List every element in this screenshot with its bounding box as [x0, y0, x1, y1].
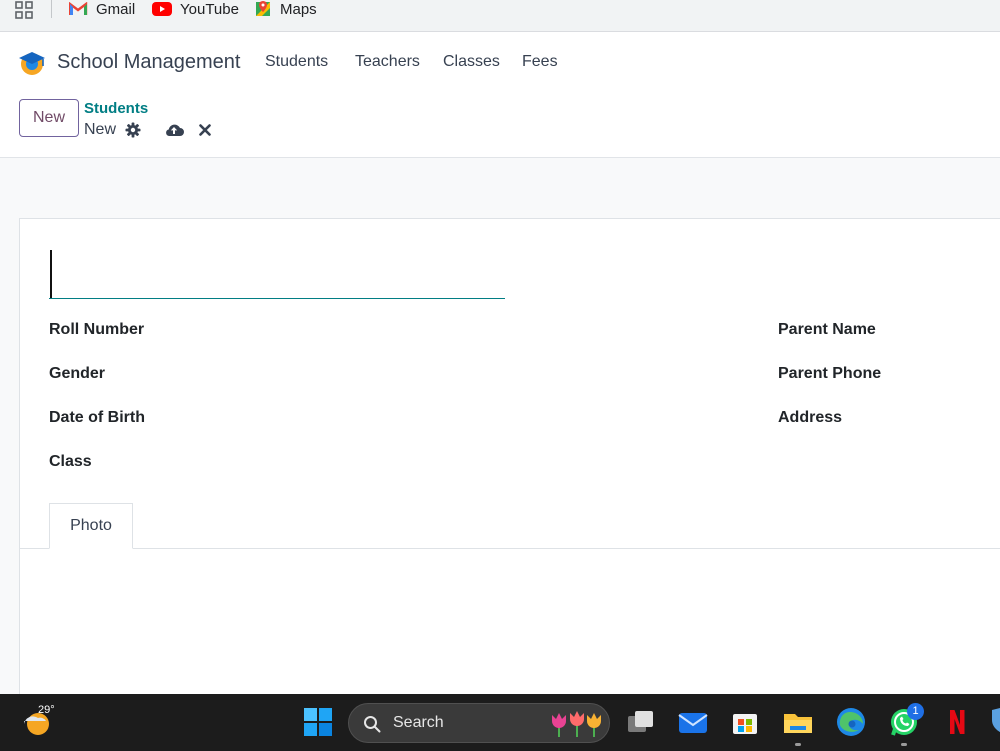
label-address: Address — [778, 409, 843, 426]
label-parent-name: Parent Name — [778, 321, 876, 338]
app-navbar: School Management Students Teachers Clas… — [0, 33, 1000, 91]
whatsapp-notification-badge: 1 — [907, 703, 924, 720]
security-shield-icon[interactable] — [990, 706, 1000, 738]
search-label: Search — [393, 714, 444, 731]
menu-classes[interactable]: Classes — [443, 53, 500, 71]
task-view-icon[interactable] — [625, 706, 657, 738]
running-indicator — [795, 743, 801, 746]
control-panel: New Students New — [0, 91, 1000, 158]
bookmark-label: Gmail — [96, 0, 136, 18]
form-view: Roll Number Gender Date of Birth Class P… — [0, 158, 1000, 698]
edge-icon[interactable] — [835, 706, 867, 738]
file-explorer-icon[interactable] — [782, 706, 814, 738]
breadcrumb-current: New — [84, 121, 117, 138]
cloud-upload-icon[interactable] — [164, 122, 184, 137]
label-date-of-birth: Date of Birth — [49, 409, 145, 426]
form-sheet: Roll Number Gender Date of Birth Class P… — [19, 218, 1000, 698]
notebook-tabs-divider — [20, 548, 1000, 549]
search-icon — [364, 716, 381, 733]
gear-icon[interactable] — [125, 122, 141, 138]
windows-taskbar: 29° Search — [0, 694, 1000, 751]
close-icon[interactable] — [199, 124, 211, 136]
text-cursor — [50, 250, 52, 298]
graduation-cap-logo-icon[interactable] — [17, 47, 47, 77]
bookmark-separator — [51, 0, 52, 18]
weather-temperature: 29° — [38, 704, 55, 716]
windows-start-icon[interactable] — [302, 706, 334, 738]
apps-grid-icon[interactable] — [15, 1, 33, 19]
label-parent-phone: Parent Phone — [778, 365, 882, 382]
running-indicator — [901, 743, 907, 746]
bookmark-maps[interactable]: Maps — [254, 0, 317, 19]
tab-photo[interactable]: Photo — [49, 503, 133, 549]
netflix-icon[interactable] — [941, 706, 973, 738]
menu-students[interactable]: Students — [265, 53, 328, 71]
bookmark-youtube[interactable]: YouTube — [152, 0, 239, 19]
breadcrumb-students[interactable]: Students — [84, 100, 148, 117]
bookmark-label: YouTube — [180, 0, 239, 18]
mail-icon[interactable] — [677, 706, 709, 738]
bookmarks-bar: Gmail YouTube Maps — [0, 0, 1000, 32]
menu-fees[interactable]: Fees — [522, 53, 558, 71]
label-gender: Gender — [49, 365, 106, 382]
label-class: Class — [49, 453, 92, 470]
new-button[interactable]: New — [19, 99, 79, 137]
tulips-highlight-icon — [552, 711, 601, 737]
bookmark-gmail[interactable]: Gmail — [69, 0, 135, 19]
taskbar-search[interactable]: Search — [348, 703, 610, 743]
menu-teachers[interactable]: Teachers — [355, 53, 420, 71]
gmail-icon — [69, 2, 88, 15]
student-name-input[interactable] — [49, 247, 505, 299]
store-icon[interactable] — [729, 706, 761, 738]
app-brand[interactable]: School Management — [57, 51, 240, 74]
maps-icon — [256, 1, 270, 16]
bookmark-label: Maps — [280, 0, 317, 18]
youtube-icon — [152, 2, 172, 16]
label-roll-number: Roll Number — [49, 321, 145, 338]
